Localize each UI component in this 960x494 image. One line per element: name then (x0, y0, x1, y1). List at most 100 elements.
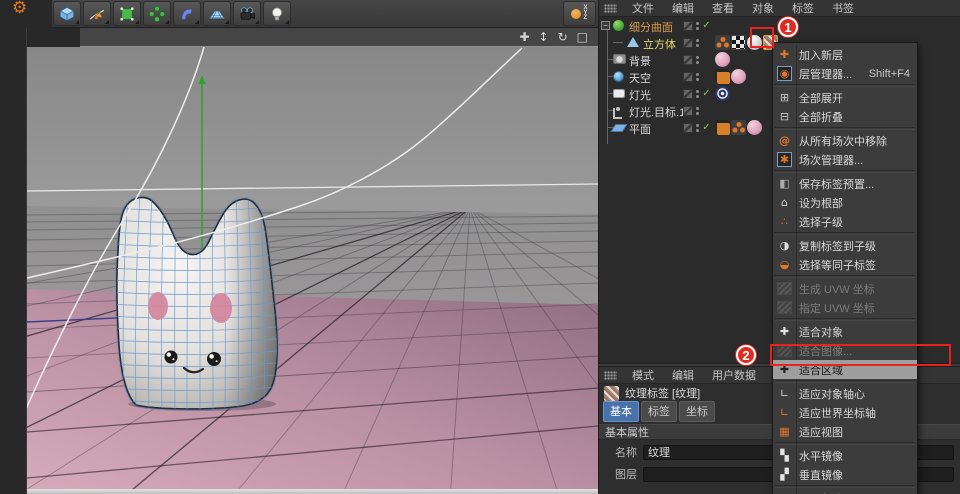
mirror-horizontal-icon (777, 448, 792, 463)
remove-from-takes-icon (777, 133, 792, 148)
material-tag-icon[interactable] (747, 120, 762, 135)
compositing-tag-icon[interactable] (715, 120, 730, 135)
axis-ball-icon (571, 8, 582, 19)
gear-icon[interactable]: ⚙ (0, 0, 52, 28)
layer-toggle-icon[interactable] (683, 88, 693, 99)
target-tag-icon[interactable] (715, 86, 730, 101)
menu-item-remove-from-takes[interactable]: 从所有场次中移除 (773, 131, 917, 150)
freehand-spline-icon[interactable] (83, 1, 111, 26)
menu-item-save-tag-preset[interactable]: 保存标签预置... (773, 174, 917, 193)
menu-item-unfold-all[interactable]: 全部展开 (773, 88, 917, 107)
menu-file[interactable]: 文件 (623, 0, 663, 16)
compositing-tag-icon[interactable] (715, 69, 730, 84)
collapse-toggle-icon[interactable]: − (601, 21, 610, 30)
visibility-dots-icon[interactable] (696, 72, 699, 81)
menu-tags[interactable]: 标签 (783, 0, 823, 16)
enabled-check-icon[interactable]: ✓ (701, 88, 712, 99)
menu-item-adapt-to-view[interactable]: 适应视图 (773, 422, 917, 441)
menu-item-mirror-horizontal[interactable]: 水平镜像 (773, 446, 917, 465)
uv-tag-icon[interactable] (731, 35, 746, 50)
pan-icon[interactable] (519, 31, 529, 43)
menu-user-data[interactable]: 用户数据 (703, 367, 765, 383)
menu-item-add-new-layer[interactable]: 加入新层 (773, 45, 917, 64)
step-badge-1: 1 (778, 17, 798, 37)
material-tag-icon[interactable] (731, 69, 746, 84)
layer-toggle-icon[interactable] (683, 20, 693, 31)
object-label[interactable]: 背景 (629, 53, 651, 69)
phong-tag-icon[interactable] (731, 120, 746, 135)
axis-lock-icon[interactable]: X Y Z (563, 1, 596, 26)
menu-mode[interactable]: 模式 (623, 367, 663, 383)
menu-item-assign-uvw[interactable]: 指定 UVW 坐标 (773, 298, 917, 317)
visibility-dots-icon[interactable] (696, 21, 699, 30)
camera-glyph (240, 6, 255, 20)
menu-item-fit-to-object[interactable]: 适合对象 (773, 322, 917, 341)
deformer-icon[interactable] (173, 1, 201, 26)
layer-toggle-icon[interactable] (683, 105, 693, 116)
viewport-corner-block (27, 28, 80, 47)
object-label[interactable]: 天空 (629, 70, 651, 86)
menu-objects[interactable]: 对象 (743, 0, 783, 16)
visibility-dots-icon[interactable] (696, 55, 699, 64)
bulb-glyph (272, 7, 282, 20)
menu-item-generate-uvw[interactable]: 生成 UVW 坐标 (773, 279, 917, 298)
menu-item-adapt-to-world-axis[interactable]: 适应世界坐标轴 (773, 403, 917, 422)
light-icon[interactable] (263, 1, 291, 26)
material-tag-icon[interactable] (715, 52, 730, 67)
menu-item-take-manager[interactable]: 场次管理器... (773, 150, 917, 169)
subdivision-surface-icon (613, 20, 624, 31)
object-label[interactable]: 灯光.目标.1 (629, 104, 685, 120)
light-object-icon (613, 89, 625, 98)
menu-bookmarks[interactable]: 书签 (823, 0, 863, 16)
menu-item-set-as-root[interactable]: 设为根部 (773, 193, 917, 212)
menu-item-mirror-vertical[interactable]: 垂直镜像 (773, 465, 917, 484)
menu-item-adapt-to-object-axis[interactable]: 适应对象轴心 (773, 384, 917, 403)
cube-primitive-icon[interactable] (53, 1, 81, 26)
highlight-box-fit-to-region (770, 344, 951, 366)
subdivision-surface-icon[interactable] (113, 1, 141, 26)
adapt-to-world-axis-icon (777, 405, 792, 420)
menu-item-select-children[interactable]: 选择子级 (773, 212, 917, 231)
tab-basic[interactable]: 基本 (603, 400, 639, 422)
menu-item-fold-all[interactable]: 全部折叠 (773, 107, 917, 126)
phong-tag-icon[interactable] (715, 35, 730, 50)
layer-toggle-icon[interactable] (683, 71, 693, 82)
background-icon (613, 54, 626, 64)
visibility-dots-icon[interactable] (696, 89, 699, 98)
main-toolbar: ⚙ X Y Z (0, 0, 598, 28)
tab-tag[interactable]: 标签 (641, 400, 677, 422)
enabled-check-icon[interactable]: ✓ (701, 20, 712, 31)
attribute-menu-icon[interactable] (604, 370, 617, 380)
menu-item-copy-tag-to-children[interactable]: 复制标签到子级 (773, 236, 917, 255)
viewport-3d-scene[interactable] (15, 46, 599, 494)
assign-uvw-icon (777, 301, 792, 314)
object-label[interactable]: 细分曲面 (629, 19, 673, 35)
array-modifier-icon[interactable] (143, 1, 171, 26)
object-label[interactable]: 灯光 (629, 87, 651, 103)
panel-menu-icon[interactable] (604, 3, 617, 13)
menu-item-layer-manager[interactable]: 层管理器...Shift+F4 (773, 64, 917, 83)
menu-item-select-identical-child-tags[interactable]: 选择等同子标签 (773, 255, 917, 274)
visibility-dots-icon[interactable] (696, 38, 699, 47)
cube-object-icon (627, 37, 639, 47)
layer-toggle-icon[interactable] (683, 37, 693, 48)
add-layer-icon (777, 47, 792, 62)
visibility-dots-icon[interactable] (696, 106, 699, 115)
menu-item-show-help[interactable]: 显示帮助...Ctrl+F1 (773, 489, 917, 494)
menu-view[interactable]: 查看 (703, 0, 743, 16)
camera-icon[interactable] (233, 1, 261, 26)
object-label[interactable]: 立方体 (643, 36, 676, 52)
left-eye (164, 350, 178, 364)
rotate-icon[interactable] (558, 31, 568, 43)
layer-toggle-icon[interactable] (683, 54, 693, 65)
enabled-check-icon[interactable]: ✓ (701, 122, 712, 133)
menu-edit[interactable]: 编辑 (663, 367, 703, 383)
toggle-view-icon[interactable] (577, 31, 588, 43)
tab-coordinates[interactable]: 坐标 (679, 400, 715, 422)
object-label[interactable]: 平面 (629, 121, 651, 137)
layer-toggle-icon[interactable] (683, 122, 693, 133)
menu-edit[interactable]: 编辑 (663, 0, 703, 16)
floor-environment-icon[interactable] (203, 1, 231, 26)
dolly-icon[interactable] (539, 31, 549, 43)
visibility-dots-icon[interactable] (696, 123, 699, 132)
